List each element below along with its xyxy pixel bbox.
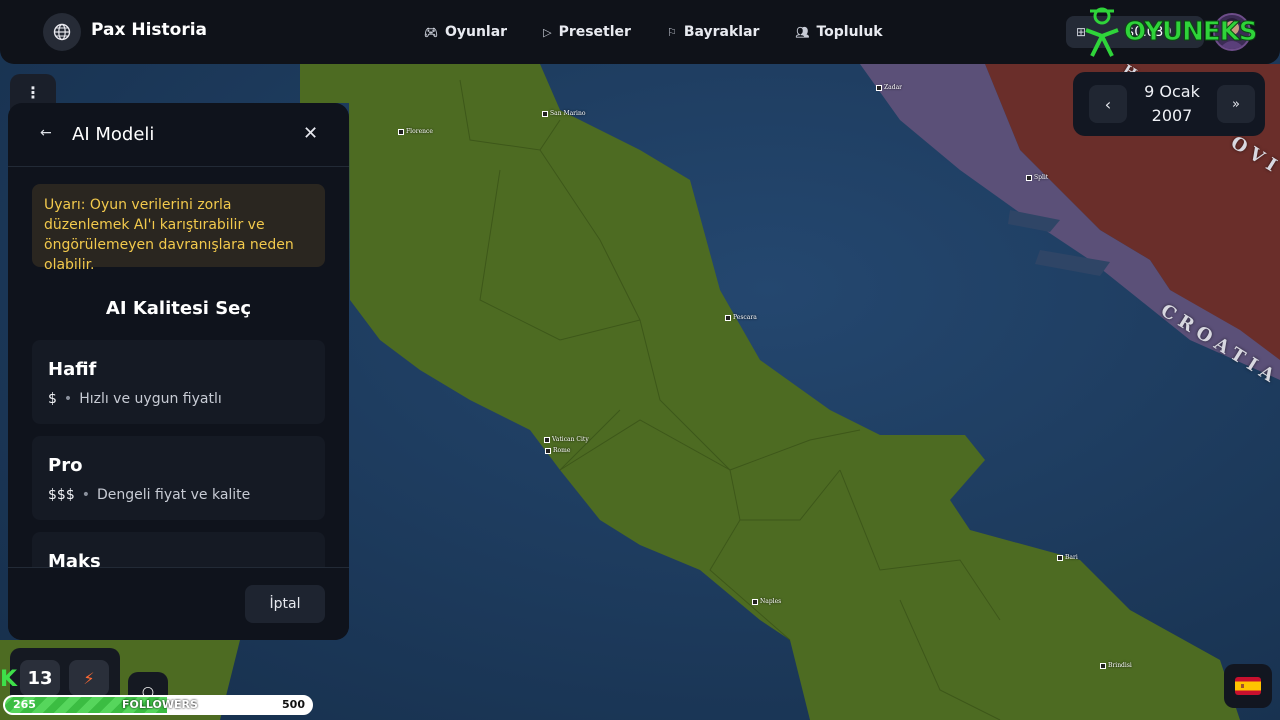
- counter-badge[interactable]: 13: [20, 660, 60, 696]
- k-logo: K: [0, 667, 18, 692]
- followers-progress-bar: 265 FOLLOWERS 500: [3, 695, 313, 715]
- date-year: 2007: [1151, 106, 1193, 125]
- option-name: Pro: [48, 455, 83, 476]
- nav-flags[interactable]: ⚐ Bayraklar: [667, 24, 760, 40]
- nav-games[interactable]: 🎮︎ Oyunlar: [424, 24, 507, 40]
- option-price: $$$: [48, 487, 75, 503]
- option-price: $: [48, 391, 57, 407]
- users-icon: 👥︎: [795, 25, 810, 39]
- chevron-left-icon: ‹: [1104, 94, 1112, 114]
- date-control: ‹ 9 Ocak 2007 »: [1073, 72, 1265, 136]
- cancel-button[interactable]: İptal: [245, 585, 325, 623]
- option-hafif[interactable]: Hafif $ • Hızlı ve uygun fiyatlı: [32, 340, 325, 424]
- back-button[interactable]: ←: [40, 125, 52, 141]
- city-zadar[interactable]: Zadar: [876, 84, 902, 91]
- nav-community[interactable]: 👥︎ Topluluk: [795, 24, 882, 40]
- gamepad-icon: 🎮︎: [424, 25, 438, 39]
- option-description: $$$ • Dengeli fiyat ve kalite: [48, 487, 251, 503]
- option-name: Hafif: [48, 359, 97, 380]
- lightning-icon: ⚡︎: [83, 668, 95, 688]
- city-san-marino[interactable]: San Marino: [542, 110, 585, 117]
- home-button[interactable]: [43, 13, 81, 51]
- city-naples[interactable]: Naples: [752, 598, 781, 605]
- date-next-button[interactable]: »: [1217, 85, 1255, 123]
- lightning-button[interactable]: ⚡︎: [69, 660, 109, 696]
- watermark-logo: OYUNEKS: [1082, 4, 1259, 60]
- globe-icon: [53, 23, 71, 41]
- date-prev-button[interactable]: ‹: [1089, 85, 1127, 123]
- followers-goal: 500: [282, 698, 305, 711]
- option-description: $ • Hızlı ve uygun fiyatlı: [48, 391, 222, 407]
- main-nav: 🎮︎ Oyunlar ▷ Presetler ⚐ Bayraklar 👥︎ Toplul…: [424, 0, 883, 64]
- panel-header: ← AI Modeli ✕: [8, 103, 349, 167]
- city-split[interactable]: Split: [1026, 174, 1048, 181]
- spain-flag-icon: [1235, 677, 1261, 695]
- language-button[interactable]: [1224, 664, 1272, 708]
- ai-model-panel: ← AI Modeli ✕ Uyarı: Oyun verilerini zor…: [8, 103, 349, 640]
- more-vertical-icon: ⋮: [25, 82, 41, 102]
- city-florence[interactable]: Florence: [398, 128, 433, 135]
- close-icon: ✕: [303, 123, 319, 144]
- nav-presets-label: Presetler: [558, 24, 631, 40]
- panel-footer: İptal: [8, 567, 349, 640]
- option-desc-text: Dengeli fiyat ve kalite: [97, 487, 251, 503]
- nav-games-label: Oyunlar: [444, 24, 508, 40]
- watermark-text: OYUNEKS: [1124, 17, 1259, 48]
- mascot-icon: [1085, 7, 1119, 57]
- nav-presets[interactable]: ▷ Presetler: [543, 24, 631, 40]
- flag-icon: ⚐: [666, 25, 677, 39]
- panel-title: AI Modeli: [72, 124, 155, 145]
- play-icon: ▷: [543, 25, 552, 39]
- followers-label: FOLLOWERS: [122, 698, 198, 711]
- city-pescara[interactable]: Pescara: [725, 314, 757, 321]
- city-rome[interactable]: Rome: [545, 447, 570, 454]
- top-navbar: Pax Historia 🎮︎ Oyunlar ▷ Presetler ⚐ Bayra…: [0, 0, 1280, 64]
- section-title: AI Kalitesi Seç: [105, 298, 252, 319]
- close-button[interactable]: ✕: [303, 123, 318, 144]
- city-vatican[interactable]: Vatican City: [544, 436, 589, 443]
- brand-name[interactable]: Pax Historia: [91, 20, 207, 40]
- date-day: 9 Ocak: [1144, 82, 1200, 101]
- option-desc-text: Hızlı ve uygun fiyatlı: [79, 391, 222, 407]
- nav-community-label: Topluluk: [816, 24, 883, 40]
- option-pro[interactable]: Pro $$$ • Dengeli fiyat ve kalite: [32, 436, 325, 520]
- city-bari[interactable]: Bari: [1057, 554, 1078, 561]
- city-brindisi[interactable]: Brindisi: [1100, 662, 1132, 669]
- nav-flags-label: Bayraklar: [683, 24, 760, 40]
- arrow-left-icon: ←: [40, 125, 52, 141]
- warning-message: Uyarı: Oyun verilerini zorla düzenlemek …: [32, 184, 325, 273]
- double-chevron-right-icon: »: [1232, 96, 1240, 112]
